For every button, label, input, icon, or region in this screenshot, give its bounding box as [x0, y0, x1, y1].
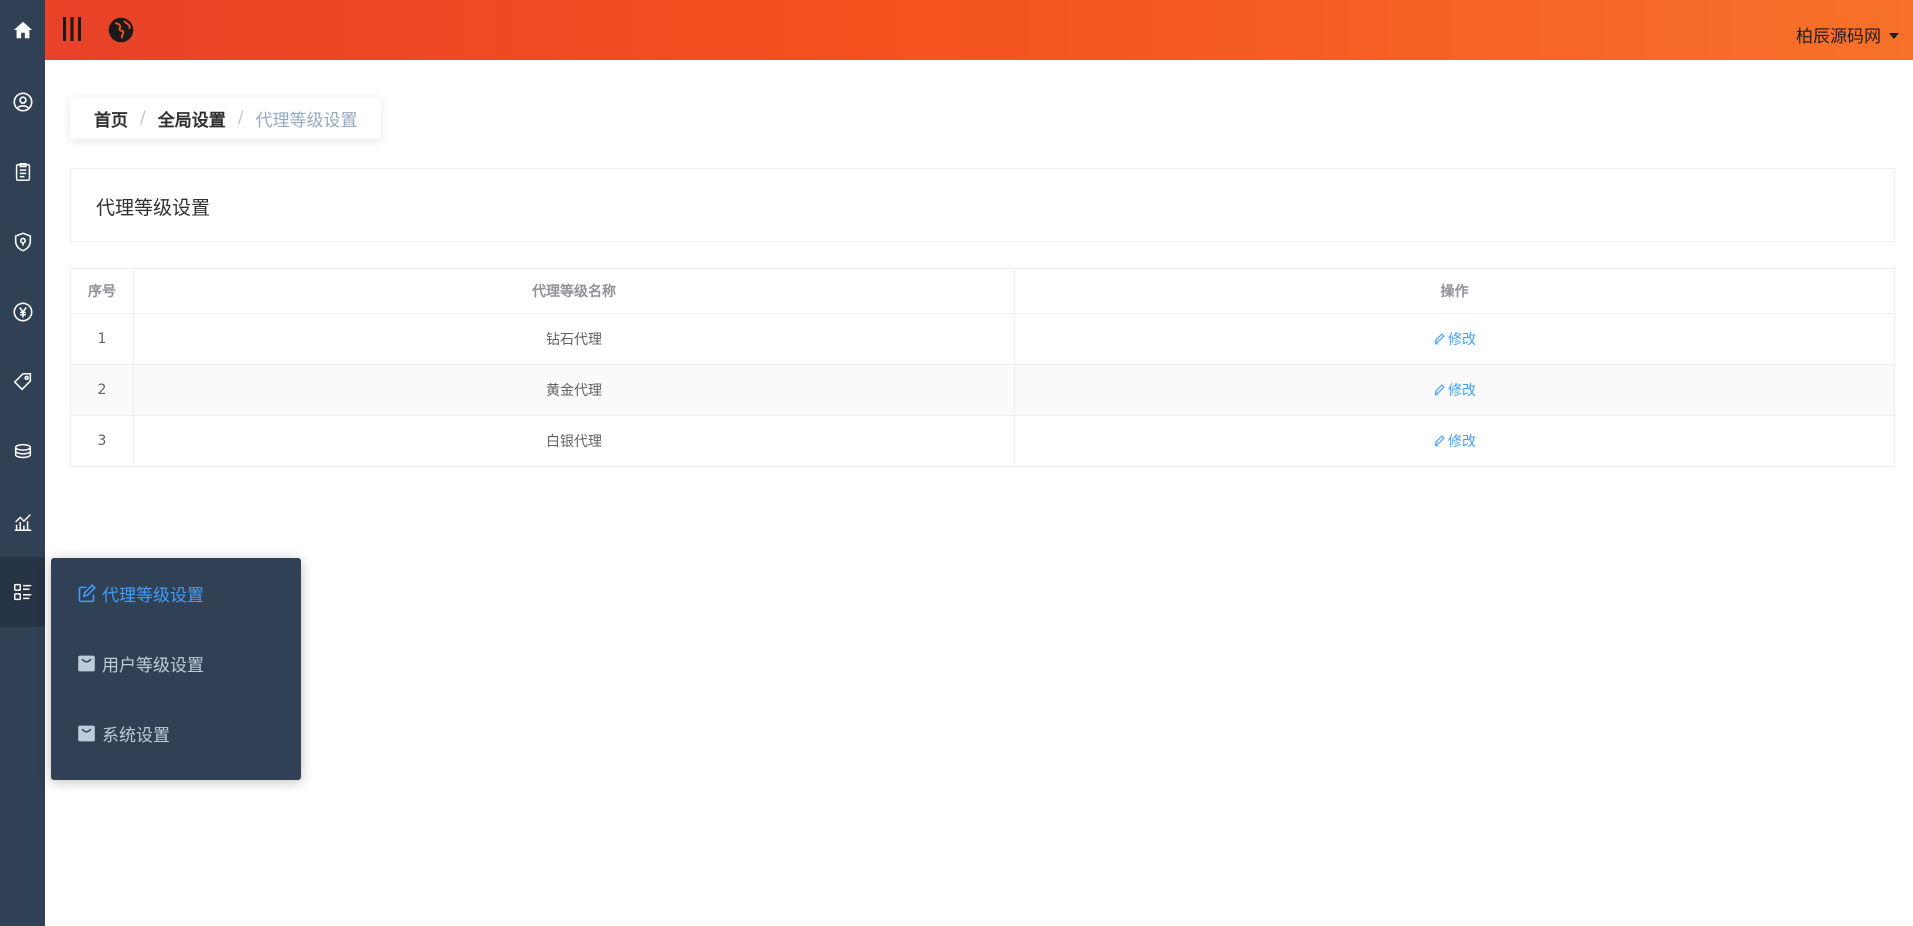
table-row: 1 钻石代理 修改	[70, 313, 1895, 365]
cell-action: 修改	[1014, 415, 1895, 467]
cell-name: 钻石代理	[133, 313, 1015, 365]
breadcrumb-current: 代理等级设置	[255, 110, 358, 131]
user-menu[interactable]: 柏辰源码网	[1796, 22, 1899, 47]
edit-label: 修改	[1448, 331, 1476, 348]
shield-icon	[14, 232, 31, 252]
bag-icon	[78, 655, 95, 671]
edit-icon	[78, 583, 96, 602]
tag-icon	[13, 372, 31, 391]
column-header-index: 序号	[70, 268, 134, 314]
rail-item-users[interactable]	[0, 67, 45, 137]
breadcrumb: 首页 / 全局设置 / 代理等级设置	[70, 97, 382, 139]
edit-button[interactable]: 修改	[1433, 431, 1476, 451]
rail-item-coins[interactable]	[0, 417, 45, 487]
submenu-item-agent-level[interactable]: 代理等级设置	[51, 558, 301, 628]
page-title-card: 代理等级设置	[70, 168, 1895, 242]
rail-item-security[interactable]	[0, 207, 45, 277]
cell-index: 2	[70, 364, 134, 416]
rail-item-home[interactable]	[0, 0, 45, 60]
column-header-action: 操作	[1014, 268, 1895, 314]
submenu-item-user-level[interactable]: 用户等级设置	[51, 628, 301, 698]
cell-name: 黄金代理	[133, 364, 1015, 416]
agent-level-table: 序号 代理等级名称 操作 1 钻石代理 修改 2 黄金代理 修改 3 白银代理 …	[70, 268, 1895, 467]
rail-item-tags[interactable]	[0, 347, 45, 417]
pencil-icon	[1434, 384, 1445, 396]
table-row: 3 白银代理 修改	[70, 415, 1895, 467]
user-circle-icon	[12, 92, 33, 112]
submenu-label: 系统设置	[102, 725, 170, 746]
submenu-label: 用户等级设置	[102, 655, 204, 676]
edit-button[interactable]: 修改	[1433, 329, 1476, 349]
sidebar-rail	[0, 0, 45, 926]
edit-button[interactable]: 修改	[1433, 380, 1476, 400]
hamburger-icon[interactable]	[61, 16, 83, 42]
cell-name: 白银代理	[133, 415, 1015, 467]
list-icon	[13, 583, 31, 601]
cell-action: 修改	[1014, 364, 1895, 416]
user-name: 柏辰源码网	[1796, 27, 1881, 47]
rail-item-finance[interactable]	[0, 277, 45, 347]
bag-icon	[78, 725, 95, 741]
submenu-item-system-settings[interactable]: 系统设置	[51, 698, 301, 768]
page-title: 代理等级设置	[96, 197, 211, 219]
pencil-icon	[1434, 333, 1445, 345]
cell-index: 1	[70, 313, 134, 365]
breadcrumb-parent[interactable]: 全局设置	[158, 106, 226, 131]
top-header: 柏辰源码网	[45, 0, 1913, 60]
rail-item-stats[interactable]	[0, 487, 45, 557]
clipboard-icon	[15, 163, 30, 181]
table-header-row: 序号 代理等级名称 操作	[70, 268, 1895, 314]
table-row: 2 黄金代理 修改	[70, 364, 1895, 416]
breadcrumb-separator: /	[140, 108, 146, 128]
yen-icon	[13, 302, 32, 322]
breadcrumb-home[interactable]: 首页	[94, 106, 128, 131]
column-header-name: 代理等级名称	[133, 268, 1015, 314]
rail-item-orders[interactable]	[0, 137, 45, 207]
chart-icon	[14, 514, 31, 531]
chevron-down-icon	[1889, 33, 1899, 39]
coins-icon	[14, 443, 31, 459]
edit-label: 修改	[1448, 433, 1476, 450]
submenu-label: 代理等级设置	[102, 585, 204, 606]
pencil-icon	[1434, 435, 1445, 447]
cell-action: 修改	[1014, 313, 1895, 365]
breadcrumb-separator: /	[237, 108, 244, 128]
rail-item-settings[interactable]	[0, 557, 45, 627]
edit-label: 修改	[1448, 382, 1476, 399]
home-icon	[13, 21, 32, 39]
cell-index: 3	[70, 415, 134, 467]
globe-icon[interactable]	[107, 16, 135, 44]
settings-submenu: 代理等级设置 用户等级设置 系统设置	[51, 558, 301, 780]
